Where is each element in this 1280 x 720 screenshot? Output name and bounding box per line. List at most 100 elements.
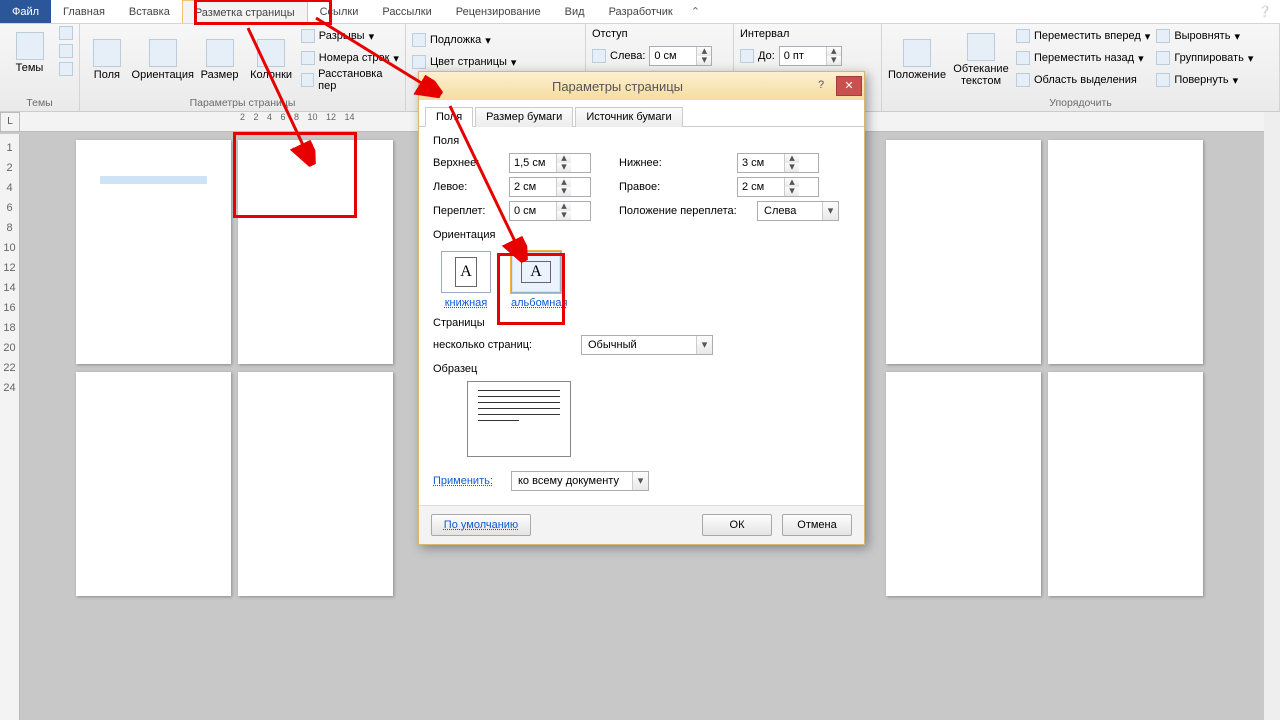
orientation-landscape[interactable]: A альбомная xyxy=(511,251,567,309)
margin-left-input[interactable] xyxy=(510,181,556,193)
orientation-portrait[interactable]: A книжная xyxy=(441,251,491,309)
watermark-button[interactable]: Подложка ▾ xyxy=(412,30,579,50)
page-7[interactable] xyxy=(886,372,1041,596)
watermark-label: Подложка xyxy=(430,34,481,46)
dialog-tab-margins[interactable]: Поля xyxy=(425,107,473,127)
gutter-input[interactable] xyxy=(510,205,556,217)
tab-view[interactable]: Вид xyxy=(553,0,597,23)
cancel-button[interactable]: Отмена xyxy=(782,514,852,536)
size-button[interactable]: Размер xyxy=(198,35,242,81)
tab-references[interactable]: Ссылки xyxy=(308,0,371,23)
tab-file[interactable]: Файл xyxy=(0,0,51,23)
page-color-button[interactable]: Цвет страницы ▾ xyxy=(412,52,579,72)
vertical-scrollbar[interactable] xyxy=(1264,112,1280,720)
columns-label: Колонки xyxy=(250,69,292,81)
wrap-text-button[interactable]: Обтекание текстом xyxy=(952,29,1010,87)
page-2[interactable] xyxy=(238,140,393,364)
columns-button[interactable]: Колонки xyxy=(247,35,294,81)
theme-effects-icon[interactable] xyxy=(59,62,73,76)
breaks-icon xyxy=(301,29,315,43)
orientation-button[interactable]: Ориентация xyxy=(134,35,192,81)
margin-left-spinner[interactable]: ▴▾ xyxy=(509,177,591,197)
dialog-help-icon[interactable]: ? xyxy=(808,76,834,96)
help-icon[interactable]: ❔ xyxy=(1250,0,1280,23)
margin-bottom-spinner[interactable]: ▴▾ xyxy=(737,153,819,173)
rotate-icon xyxy=(1156,73,1170,87)
dialog-footer: По умолчанию ОК Отмена xyxy=(419,505,864,544)
size-label: Размер xyxy=(201,69,239,81)
vertical-ruler[interactable]: 124681012141618202224 xyxy=(0,134,20,720)
rotate-button[interactable]: Повернуть ▾ xyxy=(1156,70,1253,90)
theme-colors-icon[interactable] xyxy=(59,26,73,40)
page-6[interactable] xyxy=(238,372,393,596)
sample-preview xyxy=(467,381,571,457)
margin-top-input[interactable] xyxy=(510,157,556,169)
hyphenation-button[interactable]: Расстановка пер xyxy=(301,70,399,90)
align-button[interactable]: Выровнять ▾ xyxy=(1156,26,1253,46)
dialog-body: Поля Верхнее: ▴▾ Нижнее: ▴▾ Левое: ▴▾ Пр… xyxy=(419,127,864,505)
orientation-icon xyxy=(149,39,177,67)
margin-right-input[interactable] xyxy=(738,181,784,193)
margin-left-label: Левое: xyxy=(433,181,501,193)
page-5[interactable] xyxy=(76,372,231,596)
breaks-label: Разрывы xyxy=(319,30,365,42)
dialog-tabs: Поля Размер бумаги Источник бумаги xyxy=(419,100,864,127)
chevron-down-icon[interactable]: ▾ xyxy=(822,202,838,220)
pane-icon xyxy=(1016,73,1030,87)
themes-button[interactable]: Темы xyxy=(6,28,53,74)
dialog-tab-paper[interactable]: Размер бумаги xyxy=(475,107,573,127)
indent-left-icon xyxy=(592,49,606,63)
indent-left-spinner[interactable]: ▴▾ xyxy=(649,46,712,66)
breaks-button[interactable]: Разрывы ▾ xyxy=(301,26,399,46)
chevron-down-icon[interactable]: ▾ xyxy=(632,472,648,490)
ok-button[interactable]: ОК xyxy=(702,514,772,536)
backward-label: Переместить назад xyxy=(1034,52,1134,64)
spin-down-icon[interactable]: ▾ xyxy=(697,56,711,65)
position-button[interactable]: Положение xyxy=(888,35,946,81)
spacing-title: Интервал xyxy=(740,28,875,40)
size-icon xyxy=(206,39,234,67)
tab-home[interactable]: Главная xyxy=(51,0,117,23)
gutter-spinner[interactable]: ▴▾ xyxy=(509,201,591,221)
margin-right-spinner[interactable]: ▴▾ xyxy=(737,177,819,197)
chevron-down-icon[interactable]: ▾ xyxy=(696,336,712,354)
page-1[interactable] xyxy=(76,140,231,364)
page-4[interactable] xyxy=(1048,140,1203,364)
page-3[interactable] xyxy=(886,140,1041,364)
send-backward-button[interactable]: Переместить назад ▾ xyxy=(1016,48,1150,68)
spacing-before-input[interactable] xyxy=(780,50,826,62)
gutter-pos-combo[interactable]: Слева▾ xyxy=(757,201,839,221)
margins-icon xyxy=(93,39,121,67)
tab-mailings[interactable]: Рассылки xyxy=(370,0,443,23)
group-objects-button[interactable]: Группировать ▾ xyxy=(1156,48,1253,68)
dialog-tab-source[interactable]: Источник бумаги xyxy=(575,107,682,127)
margins-button[interactable]: Поля xyxy=(86,35,128,81)
line-numbers-button[interactable]: Номера строк ▾ xyxy=(301,48,399,68)
margins-label: Поля xyxy=(94,69,120,81)
selection-pane-button[interactable]: Область выделения xyxy=(1016,70,1150,90)
theme-fonts-icon[interactable] xyxy=(59,44,73,58)
ribbon-minimize-icon[interactable]: ⌃ xyxy=(685,0,706,23)
indent-left-input[interactable] xyxy=(650,50,696,62)
tab-insert[interactable]: Вставка xyxy=(117,0,182,23)
bring-forward-button[interactable]: Переместить вперед ▾ xyxy=(1016,26,1150,46)
spacing-before-spinner[interactable]: ▴▾ xyxy=(779,46,842,66)
tab-page-layout[interactable]: Разметка страницы xyxy=(182,0,308,23)
margin-bottom-input[interactable] xyxy=(738,157,784,169)
tab-developer[interactable]: Разработчик xyxy=(597,0,685,23)
spin-down-icon[interactable]: ▾ xyxy=(827,56,841,65)
gutter-label: Переплет: xyxy=(433,205,501,217)
multi-pages-label: несколько страниц: xyxy=(433,339,573,351)
portrait-icon: A xyxy=(455,257,477,287)
wrap-icon xyxy=(967,33,995,61)
dialog-close-icon[interactable]: ✕ xyxy=(836,76,862,96)
dialog-titlebar[interactable]: Параметры страницы ? ✕ xyxy=(419,72,864,100)
ruler-corner[interactable]: L xyxy=(0,112,20,132)
margin-top-spinner[interactable]: ▴▾ xyxy=(509,153,591,173)
default-button[interactable]: По умолчанию xyxy=(431,514,531,536)
pages-section: Страницы несколько страниц: Обычный▾ xyxy=(433,317,850,355)
page-8[interactable] xyxy=(1048,372,1203,596)
tab-review[interactable]: Рецензирование xyxy=(444,0,553,23)
multi-pages-combo[interactable]: Обычный▾ xyxy=(581,335,713,355)
apply-to-combo[interactable]: ко всему документу▾ xyxy=(511,471,649,491)
